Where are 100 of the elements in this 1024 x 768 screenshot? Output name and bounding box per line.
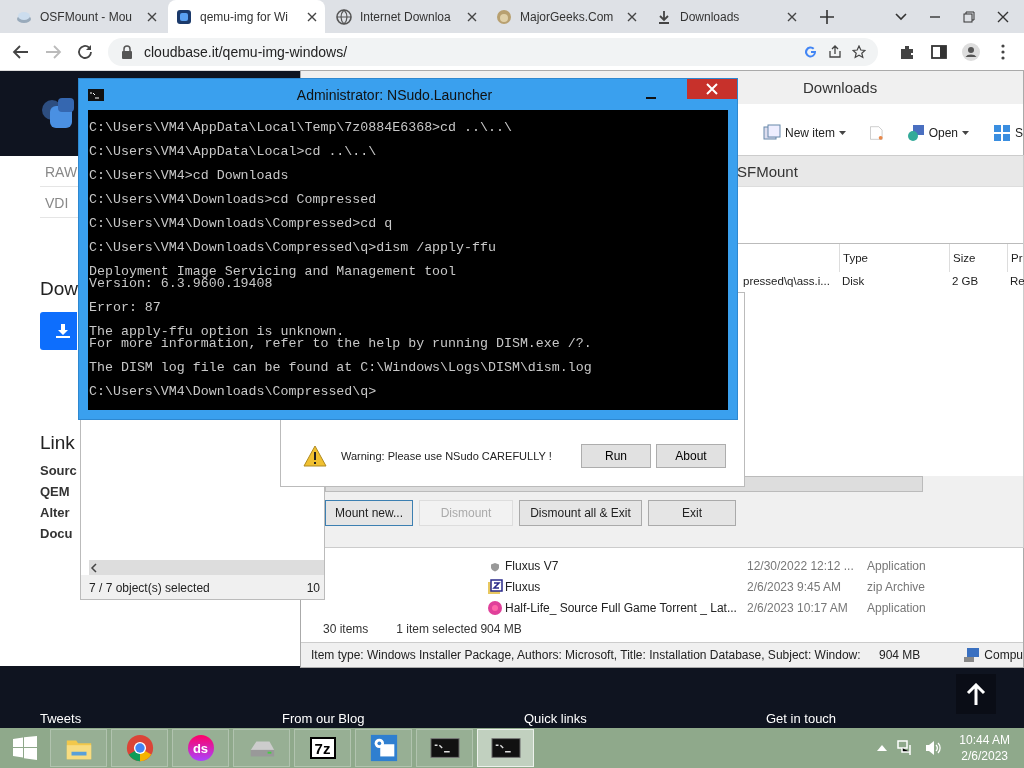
taskbar-button[interactable] — [416, 729, 473, 767]
link[interactable]: Alter — [40, 502, 70, 523]
cube-icon — [176, 8, 192, 25]
browser-tab[interactable]: Internet Downloa — [328, 0, 485, 33]
close-button[interactable] — [687, 79, 737, 99]
status-text: 7 / 7 object(s) selected — [89, 581, 210, 595]
download-icon — [56, 324, 70, 338]
dialog-button[interactable]: Dismount all & Exit — [519, 500, 642, 526]
dialog-button[interactable]: About — [656, 444, 726, 468]
details-size: 904 MB — [879, 648, 922, 662]
window-title: Downloads — [803, 79, 878, 96]
taskbar-button[interactable] — [477, 729, 534, 767]
app-icon — [487, 599, 503, 616]
console-line: Error: 87 — [89, 302, 162, 314]
caret-up-icon[interactable] — [877, 744, 888, 752]
browser-tab[interactable]: MajorGeeks.Com — [488, 0, 645, 33]
download-icon — [656, 8, 672, 25]
close-icon — [706, 83, 718, 95]
url-text: cloudbase.it/qemu-img-windows/ — [144, 43, 349, 60]
status-size: 10 — [306, 581, 320, 595]
footer-heading: Tweets — [40, 711, 83, 726]
speaker-icon[interactable] — [925, 740, 944, 756]
google-icon[interactable] — [804, 44, 818, 59]
new-item-icon — [763, 123, 781, 142]
console-line: C:\Users\VM4\AppData\Local>cd ..\..\ — [89, 146, 378, 158]
footer-heading: Quick links — [524, 711, 588, 726]
console-line: C:\Users\VM4\Downloads\Compressed\q>dism /apply-ffu — [89, 242, 497, 254]
share-icon[interactable] — [828, 44, 842, 59]
file-type: zip Archive — [867, 579, 927, 594]
file-type: Application — [867, 600, 927, 615]
dialog-button[interactable]: Mount new... — [325, 500, 413, 526]
profile-icon[interactable] — [962, 42, 980, 61]
caret-icon — [962, 130, 969, 135]
globe-icon — [336, 8, 352, 25]
browser-tab[interactable]: Downloads — [648, 0, 805, 33]
table-cell-text: Disk — [841, 275, 866, 287]
file-name[interactable]: Half-Life_ Source Full Game Torrent _ Lat... — [505, 600, 747, 615]
close-icon[interactable] — [627, 11, 637, 22]
ribbon-button[interactable]: New item — [763, 123, 846, 142]
column-header[interactable]: Type — [839, 244, 949, 272]
column-header[interactable]: Size — [949, 244, 1007, 272]
console-line: Version: 6.3.9600.19408 — [89, 278, 273, 290]
close-icon[interactable] — [787, 11, 797, 22]
scroll-top-button[interactable] — [956, 674, 996, 714]
side-panel-icon[interactable] — [930, 42, 948, 61]
ribbon-button[interactable]: Open — [906, 123, 969, 142]
file-name[interactable]: Fluxus — [505, 579, 747, 594]
browser-tab[interactable]: qemu-img for Wi — [168, 0, 325, 33]
file-name[interactable]: Fluxus V7 — [505, 558, 747, 573]
ds-app-icon[interactable]: ds — [187, 735, 214, 761]
download-button[interactable] — [40, 312, 77, 350]
computer-icon — [964, 648, 981, 662]
file-date: 2/6/2023 9:45 AM — [747, 579, 843, 594]
address-bar[interactable]: cloudbase.it/qemu-img-windows/ — [108, 37, 878, 66]
lock-icon — [120, 44, 134, 59]
warning-icon — [303, 445, 327, 467]
chrome-icon — [124, 733, 155, 763]
selection-info: 1 item selected 904 MB — [396, 622, 522, 636]
console-line: C:\Users\VM4>cd Downloads — [89, 170, 290, 182]
footer-heading: From our Blog — [282, 711, 366, 726]
close-icon[interactable] — [147, 11, 157, 22]
seven-zip-icon[interactable]: 7z — [309, 737, 336, 759]
star-icon[interactable] — [852, 44, 866, 59]
scrollbar[interactable] — [89, 560, 324, 575]
mascot-icon — [496, 8, 512, 25]
restore-icon[interactable] — [962, 9, 976, 24]
close-icon[interactable] — [467, 11, 477, 22]
reload-icon[interactable] — [76, 42, 94, 61]
close-icon[interactable] — [307, 11, 317, 22]
link[interactable]: Sourc — [40, 460, 77, 481]
table-cell-text: 2 GB — [951, 275, 980, 287]
zip-archive-icon — [487, 578, 503, 595]
console-line: Deployment Image Servicing and Management tool — [89, 266, 458, 278]
back-icon[interactable] — [12, 42, 30, 61]
file-type: Application — [867, 558, 927, 573]
taskbar-button[interactable]: ds — [172, 729, 229, 767]
console-line: The DISM log file can be found at C:\Windows\Logs\DISM\dism.log — [89, 362, 593, 374]
window-title: Administrator: NSudo.Launcher — [295, 86, 494, 103]
link[interactable]: QEM — [40, 481, 70, 502]
open-icon — [906, 123, 925, 142]
close-icon[interactable] — [996, 9, 1010, 24]
start-icon[interactable] — [13, 736, 37, 760]
section-heading: Link — [40, 432, 75, 454]
window-title: SFMount — [737, 162, 798, 180]
details-text: Item type: Windows Installer Package, Authors: Microsoft, Title: Installation Database, Subject: Window: — [311, 648, 862, 662]
scroll-left-icon[interactable] — [89, 562, 99, 573]
dialog-button[interactable]: Run — [581, 444, 651, 468]
browser-tab[interactable]: OSFMount - Mou — [8, 0, 165, 33]
column-header[interactable]: Pr — [1007, 244, 1024, 272]
ribbon-button[interactable]: S — [993, 123, 1023, 142]
console-line: C:\Users\VM4\Downloads>cd Compressed — [89, 194, 378, 206]
console-line: For more information, refer to the help by running DISM.exe /?. — [89, 338, 593, 350]
up-arrow-icon — [966, 683, 986, 705]
new-tab-icon[interactable] — [820, 9, 834, 24]
dialog-button[interactable]: Exit — [648, 500, 736, 526]
file-date: 2/6/2023 10:17 AM — [747, 600, 849, 615]
settings-window-icon — [368, 733, 399, 763]
link[interactable]: Docu — [40, 523, 73, 544]
taskbar-button[interactable]: 7z — [294, 729, 351, 767]
console-line: The apply-ffu option is unknown. — [89, 326, 345, 338]
